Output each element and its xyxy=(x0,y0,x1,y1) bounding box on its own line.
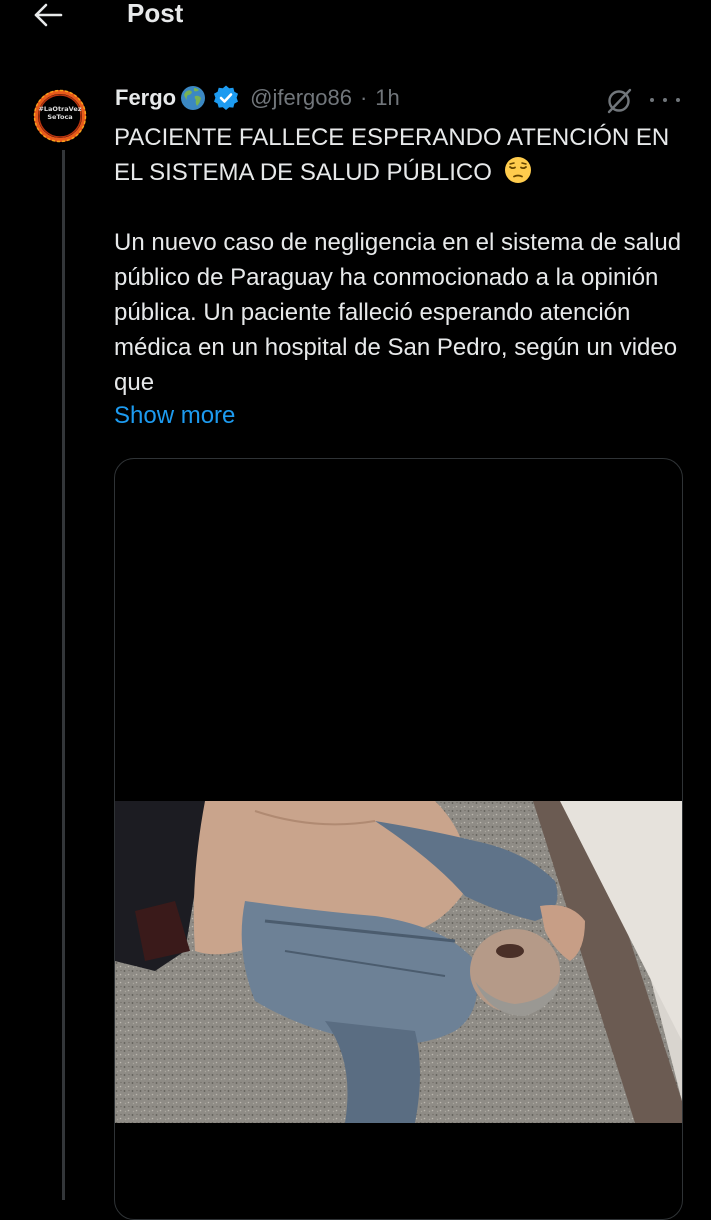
tweet-headline-line-1: PACIENTE FALLECE ESPERANDO ATENCIÓN EN xyxy=(114,124,670,151)
media-card[interactable] xyxy=(114,458,683,1220)
pensive-face-emoji-icon xyxy=(504,157,531,183)
thread-connector-line xyxy=(62,150,65,1200)
video-frame-image[interactable] xyxy=(115,801,682,1123)
author-row: Fergo @jfergo86 · 1h xyxy=(115,83,400,113)
avatar[interactable]: #LaOtraVez SeToca xyxy=(28,84,92,148)
back-button[interactable] xyxy=(28,0,68,30)
tweet-body: Un nuevo caso de negligencia en el siste… xyxy=(114,229,682,396)
more-dots-icon xyxy=(650,98,654,102)
author-display-name[interactable]: Fergo xyxy=(115,85,176,111)
grok-slash-icon xyxy=(607,88,632,114)
tweet-headline-line-2: EL SISTEMA DE SALUD PÚBLICO xyxy=(114,155,694,190)
grok-button[interactable] xyxy=(604,86,634,116)
globe-icon xyxy=(181,86,206,110)
avatar-label: #LaOtraVez SeToca xyxy=(38,105,82,121)
page-title: Post xyxy=(127,0,184,28)
post-header: Post xyxy=(0,0,711,40)
author-handle[interactable]: @jfergo86 xyxy=(250,85,352,111)
arrow-left-icon xyxy=(34,3,63,27)
separator-dot: · xyxy=(359,85,368,110)
verified-badge-icon[interactable] xyxy=(212,84,240,112)
tweet-text: PACIENTE FALLECE ESPERANDO ATENCIÓN EN E… xyxy=(114,120,694,400)
show-more-link[interactable]: Show more xyxy=(114,402,235,430)
tweet-headline-text: EL SISTEMA DE SALUD PÚBLICO xyxy=(114,159,492,186)
more-options-button[interactable] xyxy=(650,92,680,108)
post-time[interactable]: 1h xyxy=(375,85,399,111)
